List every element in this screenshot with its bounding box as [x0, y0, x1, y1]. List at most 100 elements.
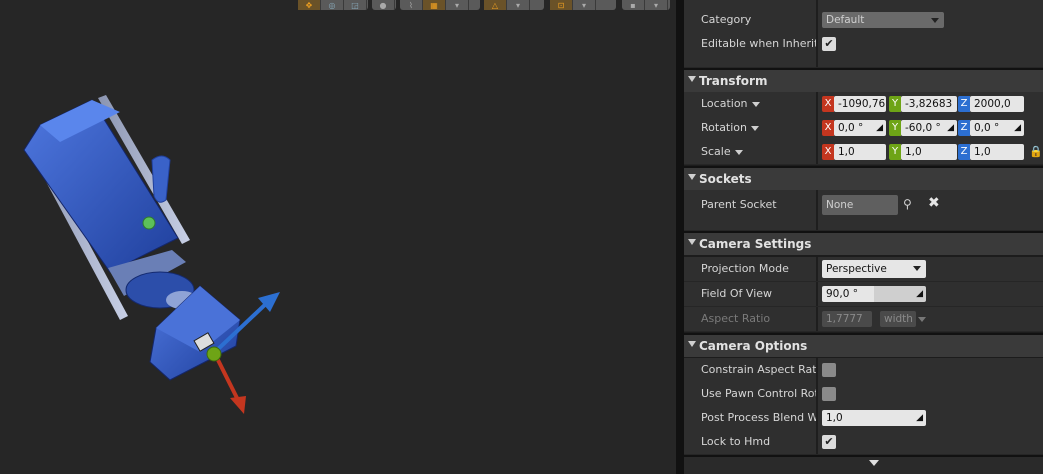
row-separator: [816, 430, 818, 454]
row-separator: [816, 358, 818, 382]
collapse-arrow-icon: [688, 76, 696, 82]
location-x-input[interactable]: -1090,76: [834, 96, 886, 112]
projection-mode-label: Projection Mode: [701, 262, 789, 275]
rotation-x-input[interactable]: 0,0 ° ◢: [834, 120, 886, 136]
scale-label-text: Scale: [701, 145, 731, 158]
transform-header[interactable]: Transform: [684, 68, 1043, 92]
panel-splitter[interactable]: [676, 0, 684, 474]
row-separator: [816, 92, 818, 116]
location-y-input[interactable]: -3,82683: [901, 96, 957, 112]
search-icon[interactable]: ⚲: [903, 197, 917, 211]
location-label-text: Location: [701, 97, 748, 110]
scale-x-input[interactable]: 1,0: [834, 144, 886, 160]
details-panel: Category Default Editable when Inherited…: [684, 0, 1043, 474]
axis-x-label: X: [822, 144, 834, 160]
rotation-z-value: 0,0 °: [974, 122, 1000, 134]
gizmo-x-axis[interactable]: [213, 353, 240, 401]
rotation-x-value: 0,0 °: [838, 122, 864, 134]
category-combo[interactable]: Default: [822, 12, 944, 28]
post-process-blend-weight-label: Post Process Blend Weight: [701, 411, 816, 424]
parent-socket-field[interactable]: None: [822, 195, 898, 215]
aspect-ratio-label: Aspect Ratio: [701, 312, 771, 325]
field-of-view-slider[interactable]: 90,0 ° ◢: [822, 286, 926, 302]
rotation-y-value: -60,0 °: [905, 122, 941, 134]
lock-to-hmd-row: Lock to Hmd ✔: [684, 430, 1043, 455]
rotation-z-input[interactable]: 0,0 ° ◢: [970, 120, 1024, 136]
aspect-ratio-input: 1,7777: [822, 311, 872, 327]
axis-x-label: X: [822, 96, 834, 112]
location-row: Location X -1090,76 Y -3,82683 Z 2000,0: [684, 92, 1043, 117]
row-separator: [816, 140, 818, 164]
camera-options-header[interactable]: Camera Options: [684, 333, 1043, 357]
axis-z-label: Z: [958, 96, 970, 112]
use-pawn-control-rotation-row: Use Pawn Control Rotation: [684, 382, 1043, 407]
axis-x-label: X: [822, 120, 834, 136]
category-value: Default: [826, 14, 865, 26]
post-process-blend-weight-input[interactable]: 1,0 ◢: [822, 410, 926, 426]
camera-settings-title: Camera Settings: [699, 237, 812, 251]
post-process-blend-weight-value: 1,0: [826, 412, 843, 424]
chevron-down-icon: [734, 149, 743, 155]
scrub-icon: ◢: [916, 289, 923, 299]
clear-icon[interactable]: ✖: [928, 196, 942, 210]
rotation-label[interactable]: Rotation: [701, 116, 816, 140]
camera-settings-header[interactable]: Camera Settings: [684, 231, 1043, 255]
row-separator: [816, 116, 818, 140]
advanced-expander[interactable]: [684, 455, 1043, 474]
scrub-icon: ◢: [876, 123, 883, 133]
editable-when-inherited-label: Editable when Inherited: [701, 37, 816, 50]
constrain-aspect-ratio-row: Constrain Aspect Ratio: [684, 358, 1043, 383]
use-pawn-control-rotation-label: Use Pawn Control Rotation: [701, 387, 816, 400]
gizmo-center[interactable]: [206, 346, 222, 362]
location-label[interactable]: Location: [701, 92, 816, 116]
scrub-icon: ◢: [947, 123, 954, 133]
chevron-down-icon: [751, 101, 760, 107]
category-label: Category: [701, 13, 752, 26]
scale-y-input[interactable]: 1,0: [901, 144, 957, 160]
axis-z-label: Z: [958, 144, 970, 160]
viewport[interactable]: ✥ ◎ ◲ ● ⌇ ▦ ▾ △ ▾ ⊡ ▾ ▪ ▾: [0, 0, 676, 474]
use-pawn-control-rotation-checkbox[interactable]: [822, 387, 836, 401]
editable-when-inherited-checkbox[interactable]: ✔: [822, 37, 836, 51]
row-separator: [816, 382, 818, 406]
chevron-down-icon: [913, 266, 921, 271]
constrain-aspect-ratio-checkbox[interactable]: [822, 363, 836, 377]
row-separator: [816, 282, 818, 306]
axis-y-label: Y: [889, 144, 901, 160]
aspect-ratio-dimension: width: [880, 311, 916, 327]
axis-y-label: Y: [889, 96, 901, 112]
rotation-y-input[interactable]: -60,0 ° ◢: [901, 120, 957, 136]
camera-model[interactable]: [0, 0, 676, 474]
sockets-title: Sockets: [699, 172, 752, 186]
category-row: Category Default: [684, 8, 1043, 33]
scrub-icon: ◢: [1014, 123, 1021, 133]
scale-label[interactable]: Scale: [701, 140, 816, 164]
field-of-view-value: 90,0 °: [826, 288, 858, 300]
sockets-header[interactable]: Sockets: [684, 166, 1043, 190]
editable-when-inherited-row: Editable when Inherited ✔: [684, 32, 1043, 68]
row-separator: [816, 190, 818, 230]
gizmo-x-arrow[interactable]: [230, 396, 246, 414]
projection-mode-value: Perspective: [826, 263, 887, 275]
projection-mode-combo[interactable]: Perspective: [822, 260, 926, 278]
collapse-arrow-icon: [688, 341, 696, 347]
chevron-down-icon: [918, 317, 926, 322]
lock-to-hmd-label: Lock to Hmd: [701, 435, 771, 448]
row-separator: [816, 307, 818, 331]
aspect-ratio-row: Aspect Ratio 1,7777 width: [684, 307, 1043, 332]
row-separator: [816, 406, 818, 430]
rotation-label-text: Rotation: [701, 121, 748, 134]
lock-to-hmd-checkbox[interactable]: ✔: [822, 435, 836, 449]
row-separator: [816, 0, 818, 8]
transform-title: Transform: [699, 74, 768, 88]
field-of-view-label: Field Of View: [701, 287, 773, 300]
collapse-arrow-icon: [688, 239, 696, 245]
axis-y-label: Y: [889, 120, 901, 136]
scale-z-input[interactable]: 1,0: [970, 144, 1024, 160]
scale-row: Scale X 1,0 Y 1,0 Z 1,0 🔒: [684, 140, 1043, 165]
collapse-arrow-icon: [688, 174, 696, 180]
lock-icon[interactable]: 🔒: [1029, 145, 1043, 159]
parent-socket-label: Parent Socket: [701, 198, 777, 211]
location-z-input[interactable]: 2000,0: [970, 96, 1024, 112]
projection-mode-row: Projection Mode Perspective: [684, 257, 1043, 282]
